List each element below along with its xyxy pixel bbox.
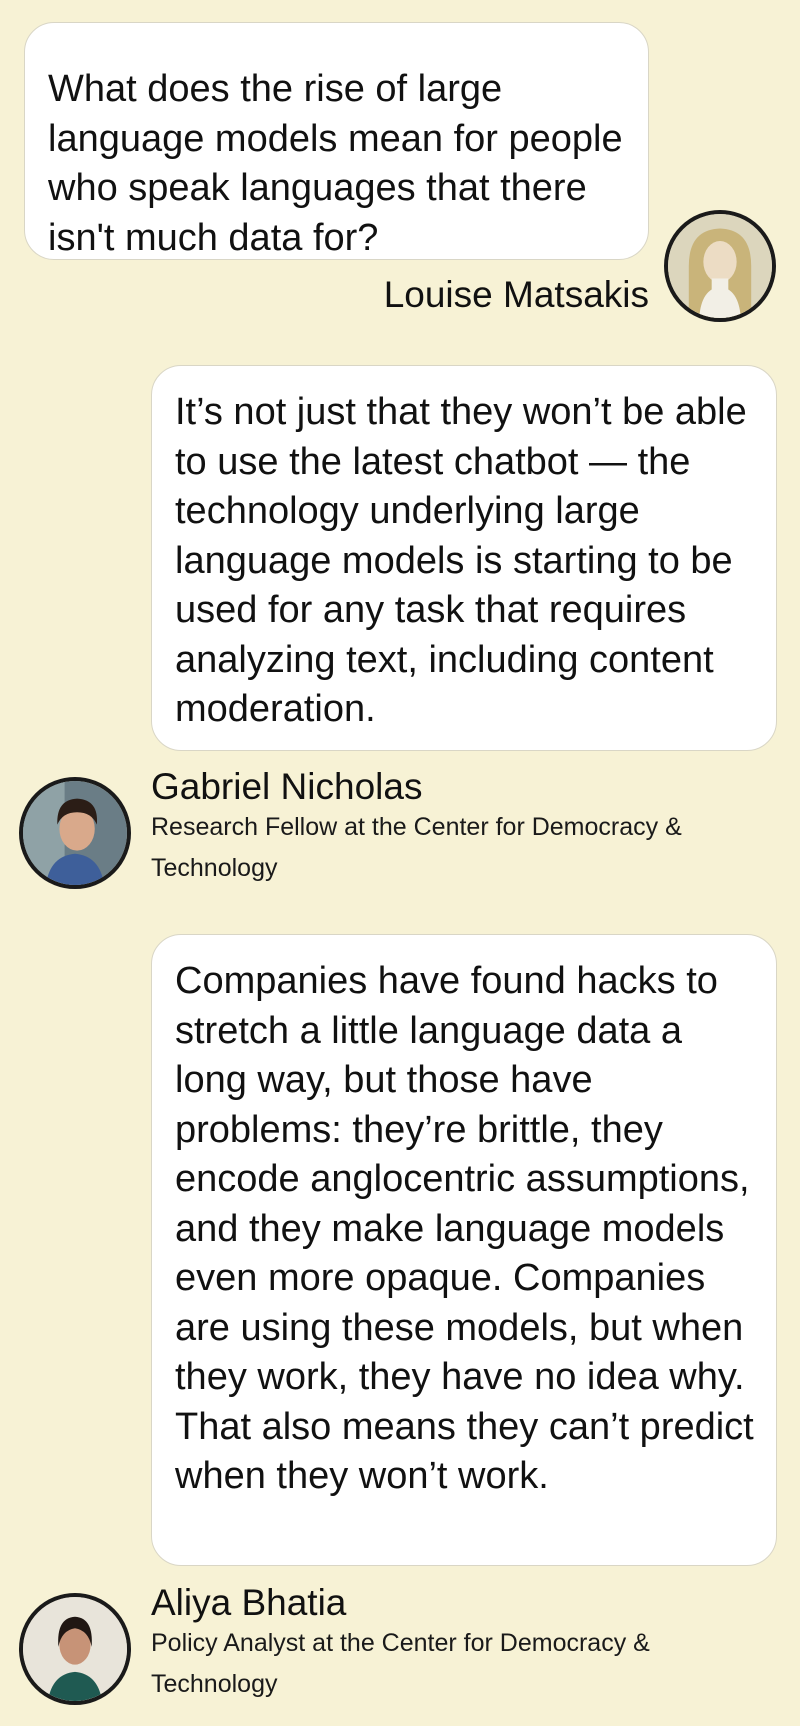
message-text: It’s not just that they won’t be able to… [175,391,747,730]
message-text: Companies have found hacks to stretch a … [175,960,754,1497]
speaker-name: Aliya Bhatia [151,1582,347,1623]
person-portrait-icon [664,210,776,322]
speaker-name: Gabriel Nicholas [151,766,423,807]
person-portrait-icon [19,777,131,889]
answer-bubble: It’s not just that they won’t be able to… [151,365,777,751]
answer-bubble: Companies have found hacks to stretch a … [151,934,777,1566]
speaker-role: Research Fellow at the Center for Democr… [151,813,682,882]
speaker-name: Louise Matsakis [383,274,649,315]
message-text: What does the rise of large language mod… [48,68,623,259]
speaker-role: Policy Analyst at the Center for Democra… [151,1629,650,1698]
person-portrait-icon [19,1593,131,1705]
question-bubble: What does the rise of large language mod… [24,22,649,260]
